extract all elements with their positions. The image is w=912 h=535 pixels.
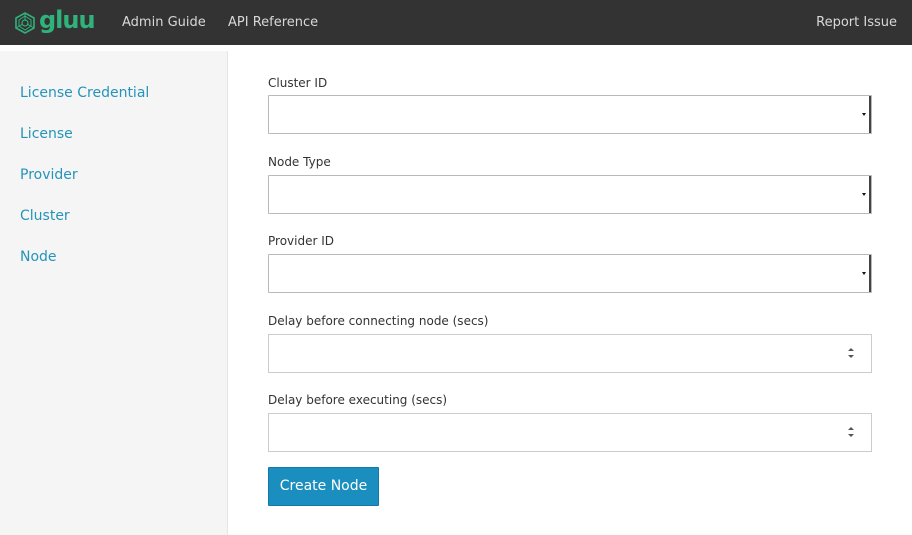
sidebar-item-license[interactable]: License: [20, 125, 73, 143]
delay-executing-label: Delay before executing (secs): [268, 393, 448, 407]
chevron-down-icon: [862, 96, 871, 133]
gluu-logo-icon: [15, 12, 35, 34]
sidebar-item-license-credential[interactable]: License Credential: [20, 84, 149, 102]
brand-name: gluu: [39, 6, 96, 34]
nav-link-admin-guide[interactable]: Admin Guide: [122, 15, 206, 31]
chevron-down-icon: [862, 255, 871, 292]
delay-executing-input[interactable]: [268, 413, 872, 452]
create-node-button[interactable]: Create Node: [268, 467, 379, 506]
sidebar: License Credential License Provider Clus…: [0, 51, 228, 535]
chevron-down-icon: [862, 176, 871, 213]
provider-id-select[interactable]: [268, 254, 872, 293]
delay-connecting-input[interactable]: [268, 334, 872, 373]
sidebar-item-cluster[interactable]: Cluster: [20, 207, 70, 225]
delay-connecting-label: Delay before connecting node (secs): [268, 314, 489, 328]
node-type-label: Node Type: [268, 155, 331, 169]
cluster-id-label: Cluster ID: [268, 76, 328, 90]
node-type-select[interactable]: [268, 175, 872, 214]
provider-id-label: Provider ID: [268, 234, 334, 248]
sidebar-item-provider[interactable]: Provider: [20, 166, 78, 184]
gluu-logo[interactable]: gluu: [14, 6, 96, 34]
sidebar-item-node[interactable]: Node: [20, 248, 57, 266]
nav-link-report-issue[interactable]: Report Issue: [816, 15, 897, 31]
cluster-id-select[interactable]: [268, 95, 872, 134]
number-spinner-icon[interactable]: [848, 348, 855, 360]
top-navbar: gluu Admin Guide API Reference Report Is…: [0, 0, 912, 45]
number-spinner-icon[interactable]: [848, 427, 855, 439]
nav-link-api-reference[interactable]: API Reference: [228, 15, 318, 31]
